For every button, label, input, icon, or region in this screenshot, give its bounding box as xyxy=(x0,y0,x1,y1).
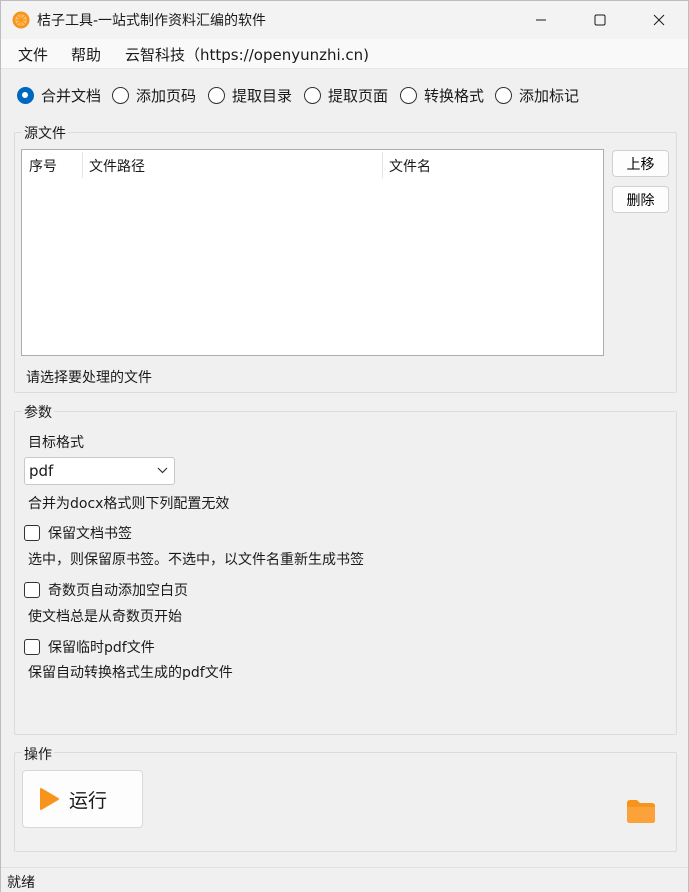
chevron-down-icon xyxy=(157,467,168,474)
run-button[interactable]: 运行 xyxy=(22,770,143,828)
column-header-index[interactable]: 序号 xyxy=(29,156,57,176)
close-icon xyxy=(653,14,665,26)
title-bar: 桔子工具-一站式制作资料汇编的软件 xyxy=(1,1,688,39)
minimize-button[interactable] xyxy=(518,1,564,39)
keep-bookmarks-description: 选中，则保留原书签。不选中，以文件名重新生成书签 xyxy=(28,552,364,568)
mode-convert-format-label: 转换格式 xyxy=(424,87,485,105)
mode-extract-pages-label: 提取页面 xyxy=(328,87,389,105)
close-button[interactable] xyxy=(636,1,682,39)
status-text: 就绪 xyxy=(7,875,35,891)
column-header-path[interactable]: 文件路径 xyxy=(89,156,145,176)
mode-merge[interactable]: 合并文档 xyxy=(17,85,101,106)
mode-extract-pages[interactable]: 提取页面 xyxy=(304,85,388,106)
source-hint: 请选择要处理的文件 xyxy=(26,370,152,386)
minimize-icon xyxy=(536,19,546,21)
play-icon xyxy=(40,788,59,810)
orange-app-icon xyxy=(12,11,30,29)
mode-convert-format[interactable]: 转换格式 xyxy=(400,85,484,106)
keep-bookmarks-label: 保留文档书签 xyxy=(48,526,132,542)
keep-temp-pdf-option[interactable]: 保留临时pdf文件 xyxy=(24,637,155,657)
column-separator xyxy=(82,152,83,178)
column-header-filename[interactable]: 文件名 xyxy=(389,156,431,176)
odd-blank-page-option[interactable]: 奇数页自动添加空白页 xyxy=(24,580,188,600)
mode-add-mark[interactable]: 添加标记 xyxy=(495,85,579,106)
odd-blank-page-label: 奇数页自动添加空白页 xyxy=(48,583,188,599)
odd-blank-page-checkbox[interactable] xyxy=(24,582,40,598)
mode-add-page-number[interactable]: 添加页码 xyxy=(112,85,196,106)
source-files-group-title: 源文件 xyxy=(22,123,68,143)
folder-icon[interactable] xyxy=(626,798,656,824)
menu-bar: 文件 帮助 云智科技（https://openyunzhi.cn) xyxy=(1,39,688,69)
keep-temp-pdf-label: 保留临时pdf文件 xyxy=(48,640,155,656)
mode-extract-toc-label: 提取目录 xyxy=(232,87,293,105)
keep-bookmarks-checkbox[interactable] xyxy=(24,525,40,541)
radio-button-extract-pages[interactable] xyxy=(304,87,321,104)
menu-yunzhi[interactable]: 云智科技（https://openyunzhi.cn) xyxy=(125,44,369,65)
radio-button-extract-toc[interactable] xyxy=(208,87,225,104)
mode-add-mark-label: 添加标记 xyxy=(519,87,580,105)
radio-button-add-page-number[interactable] xyxy=(112,87,129,104)
target-format-value: pdf xyxy=(29,462,54,480)
odd-blank-page-description: 使文档总是从奇数页开始 xyxy=(28,609,182,625)
keep-bookmarks-option[interactable]: 保留文档书签 xyxy=(24,523,132,543)
menu-file[interactable]: 文件 xyxy=(18,44,48,65)
menu-help[interactable]: 帮助 xyxy=(71,44,101,65)
run-button-label: 运行 xyxy=(69,789,108,812)
mode-extract-toc[interactable]: 提取目录 xyxy=(208,85,292,106)
target-format-label: 目标格式 xyxy=(28,435,84,451)
status-bar: 就绪 xyxy=(1,867,688,892)
radio-button-add-mark[interactable] xyxy=(495,87,512,104)
window-title: 桔子工具-一站式制作资料汇编的软件 xyxy=(37,13,267,29)
actions-group-title: 操作 xyxy=(22,744,54,764)
app-window: 桔子工具-一站式制作资料汇编的软件 文件 帮助 云智科技（https://ope… xyxy=(0,0,689,892)
file-list[interactable]: 序号 文件路径 文件名 xyxy=(21,149,604,356)
target-format-select[interactable]: pdf xyxy=(24,457,175,485)
delete-button[interactable]: 删除 xyxy=(612,186,669,213)
keep-temp-pdf-description: 保留自动转换格式生成的pdf文件 xyxy=(28,665,233,681)
radio-button-merge[interactable] xyxy=(17,87,34,104)
move-up-button[interactable]: 上移 xyxy=(612,150,669,177)
column-separator xyxy=(382,152,383,178)
radio-button-convert-format[interactable] xyxy=(400,87,417,104)
docx-note: 合并为docx格式则下列配置无效 xyxy=(28,496,230,512)
params-group-title: 参数 xyxy=(22,402,54,422)
keep-temp-pdf-checkbox[interactable] xyxy=(24,639,40,655)
mode-add-page-number-label: 添加页码 xyxy=(136,87,197,105)
maximize-icon xyxy=(594,14,606,26)
maximize-button[interactable] xyxy=(577,1,623,39)
mode-merge-label: 合并文档 xyxy=(41,87,102,105)
